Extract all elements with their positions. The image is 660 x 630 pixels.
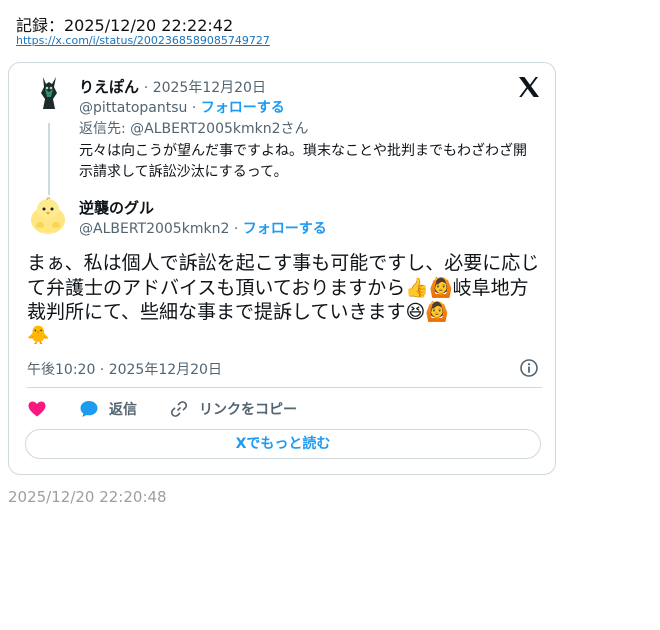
main-follow-button[interactable]: フォローする bbox=[243, 221, 327, 237]
heart-icon bbox=[28, 401, 46, 417]
main-handle-line: @ALBERT2005kmkn2 · フォローする bbox=[79, 221, 327, 237]
read-more-button[interactable]: Xでもっと読む bbox=[25, 429, 541, 459]
info-icon[interactable] bbox=[519, 358, 539, 378]
main-tweet-text: まぁ、私は個人で訴訟を起こす事も可能ですし、必要に応じて弁護士のアドバイスも頂い… bbox=[27, 252, 540, 323]
quoted-author-handle[interactable]: @pittatopantsu bbox=[79, 100, 187, 116]
quoted-author-name[interactable]: りえぽん bbox=[79, 78, 139, 96]
quoted-follow-button[interactable]: フォローする bbox=[201, 100, 285, 116]
like-button[interactable] bbox=[27, 399, 47, 419]
tweet-url-link[interactable]: https://x.com/i/status/20023685890857497… bbox=[16, 34, 270, 47]
riepon-avatar[interactable] bbox=[35, 75, 63, 111]
footer-timestamp: 2025/12/20 22:20:48 bbox=[8, 488, 167, 506]
record-label: 記録：2025/12/20 22:22:42 bbox=[16, 16, 234, 35]
reply-to-label[interactable]: 返信先: @ALBERT2005kmkn2さん bbox=[79, 118, 309, 138]
link-icon bbox=[170, 401, 188, 417]
main-author-handle[interactable]: @ALBERT2005kmkn2 bbox=[79, 221, 229, 237]
quoted-tweet-text: 元々は向こうが望んだ事ですよね。瑣末なことや批判までもわざわざ開示請求して訴訟沙… bbox=[79, 143, 527, 180]
gyakushu-avatar[interactable] bbox=[27, 195, 69, 237]
copy-link-label: リンクをコピー bbox=[199, 402, 297, 418]
tweet-timestamp[interactable]: 午後10:20 · 2025年12月20日 bbox=[27, 359, 222, 379]
x-logo-icon[interactable] bbox=[517, 75, 541, 99]
reply-label: 返信 bbox=[109, 402, 137, 418]
embedded-tweet-card: りえぽん · 2025年12月20日 @pittatopantsu · フォロー… bbox=[8, 62, 556, 475]
quoted-handle-line: @pittatopantsu · フォローする bbox=[79, 100, 285, 116]
action-divider bbox=[27, 387, 542, 388]
copy-link-button[interactable]: リンクをコピー bbox=[169, 399, 297, 419]
chick-emoji: 🐥 bbox=[27, 325, 50, 346]
reply-bubble-icon bbox=[80, 401, 98, 417]
quoted-tweet-header: りえぽん · 2025年12月20日 bbox=[79, 76, 266, 97]
main-author-name[interactable]: 逆襲のグル bbox=[79, 199, 154, 217]
thread-connector-line bbox=[48, 123, 50, 201]
quoted-tweet-date[interactable]: · 2025年12月20日 bbox=[144, 80, 266, 96]
main-tweet-header: 逆襲のグル bbox=[79, 197, 154, 218]
reply-button[interactable]: 返信 bbox=[79, 399, 137, 419]
